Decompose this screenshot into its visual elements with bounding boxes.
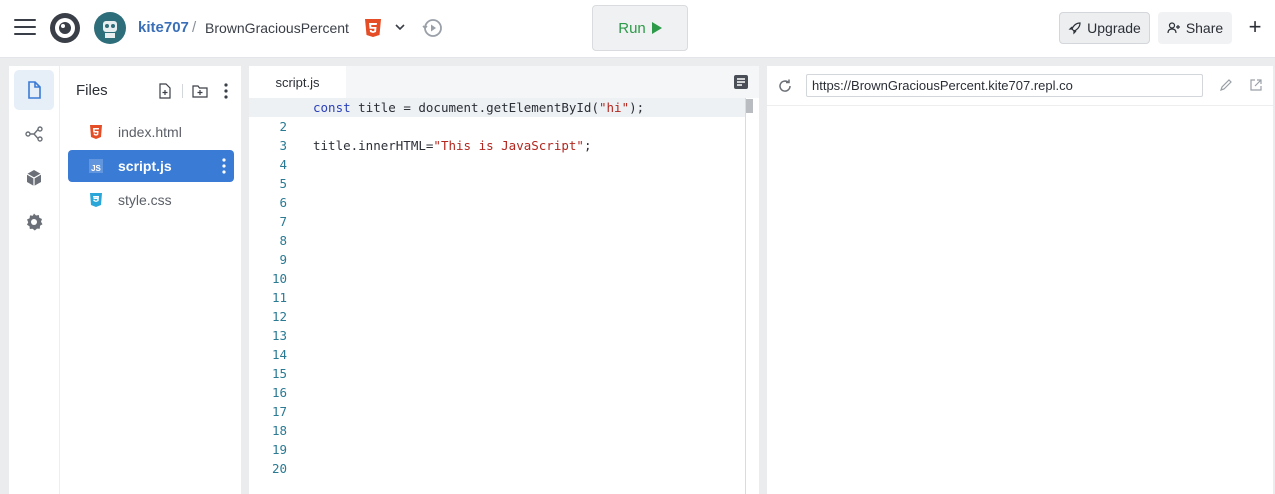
line-number-gutter: 1234567891011121314151617181920 bbox=[249, 98, 303, 478]
format-icon[interactable] bbox=[733, 74, 749, 90]
run-button-label: Run bbox=[618, 19, 646, 37]
code-line-3[interactable]: title.innerHTML="This is JavaScript"; bbox=[313, 136, 745, 155]
html5-icon bbox=[88, 124, 104, 140]
webview-panel bbox=[767, 66, 1273, 494]
share-button[interactable]: Share bbox=[1158, 12, 1232, 44]
line-number: 9 bbox=[279, 252, 287, 267]
code-text: title = document.getElementById( bbox=[350, 100, 599, 115]
share-label: Share bbox=[1185, 20, 1224, 36]
code-text: ; bbox=[583, 138, 592, 153]
scrollbar-thumb[interactable] bbox=[746, 99, 753, 113]
code-line-2[interactable] bbox=[313, 117, 745, 136]
line-number: 16 bbox=[271, 385, 287, 400]
chevron-down-icon[interactable] bbox=[394, 20, 406, 34]
webview-toolbar bbox=[767, 66, 1273, 106]
editor-tab-strip: script.js bbox=[249, 66, 759, 98]
top-bar: kite707 / BrownGraciousPercent Run Upgra… bbox=[0, 0, 1275, 58]
new-file-icon[interactable] bbox=[156, 82, 174, 100]
divider bbox=[182, 84, 183, 98]
code-editor: script.js 123456789101112131415161718192… bbox=[249, 66, 759, 494]
svg-text:JS: JS bbox=[91, 164, 101, 173]
code-content[interactable]: const title = document.getElementById("h… bbox=[249, 98, 745, 155]
line-number: 2 bbox=[279, 119, 287, 134]
line-number: 7 bbox=[279, 214, 287, 229]
file-icon bbox=[28, 81, 41, 99]
line-number: 4 bbox=[279, 157, 287, 172]
string-literal: "This is JavaScript" bbox=[433, 138, 584, 153]
gear-icon bbox=[27, 213, 43, 231]
keyword: const bbox=[313, 100, 351, 115]
line-number: 3 bbox=[279, 138, 287, 153]
file-item-script-js[interactable]: JS script.js bbox=[68, 150, 234, 182]
add-person-icon bbox=[1167, 22, 1180, 34]
file-item-style-css[interactable]: style.css bbox=[68, 184, 234, 216]
play-icon bbox=[651, 22, 662, 34]
line-number: 19 bbox=[271, 442, 287, 457]
pencil-icon[interactable] bbox=[1219, 78, 1233, 92]
refresh-icon[interactable] bbox=[777, 78, 793, 94]
sidebar-item-settings[interactable] bbox=[14, 202, 54, 242]
code-text: ); bbox=[629, 100, 645, 115]
user-link[interactable]: kite707 bbox=[138, 19, 189, 36]
sidebar-item-packages[interactable] bbox=[14, 158, 54, 198]
line-number: 13 bbox=[271, 328, 287, 343]
repl-name[interactable]: BrownGraciousPercent bbox=[205, 20, 349, 36]
url-input[interactable] bbox=[806, 74, 1203, 97]
line-number: 10 bbox=[271, 271, 287, 286]
line-number: 20 bbox=[271, 461, 287, 476]
tab-script-js[interactable]: script.js bbox=[249, 66, 346, 98]
avatar[interactable] bbox=[94, 12, 126, 44]
code-line-1[interactable]: const title = document.getElementById("h… bbox=[249, 98, 745, 117]
line-number: 18 bbox=[271, 423, 287, 438]
html5-icon bbox=[365, 19, 381, 37]
line-number: 17 bbox=[271, 404, 287, 419]
line-number: 14 bbox=[271, 347, 287, 362]
package-icon bbox=[26, 170, 42, 186]
files-actions bbox=[156, 82, 235, 100]
line-number: 11 bbox=[271, 290, 287, 305]
menu-icon[interactable] bbox=[14, 19, 36, 37]
breadcrumb-separator: / bbox=[192, 19, 197, 36]
sidebar-item-version-control[interactable] bbox=[14, 114, 54, 154]
file-name: script.js bbox=[118, 158, 172, 174]
history-icon[interactable] bbox=[421, 16, 445, 40]
replit-logo[interactable] bbox=[48, 11, 82, 45]
upgrade-label: Upgrade bbox=[1087, 20, 1141, 36]
new-folder-icon[interactable] bbox=[191, 82, 209, 100]
css3-icon bbox=[88, 192, 104, 208]
rocket-icon bbox=[1068, 22, 1081, 35]
sidebar-item-files[interactable] bbox=[14, 70, 54, 110]
file-name: index.html bbox=[118, 124, 182, 140]
upgrade-button[interactable]: Upgrade bbox=[1059, 12, 1150, 44]
open-new-tab-icon[interactable] bbox=[1249, 78, 1263, 92]
run-button[interactable]: Run bbox=[592, 5, 688, 51]
string-literal: "hi" bbox=[599, 100, 630, 115]
git-branch-icon bbox=[25, 126, 43, 142]
line-number: 8 bbox=[279, 233, 287, 248]
line-number: 6 bbox=[279, 195, 287, 210]
add-button[interactable]: + bbox=[1244, 16, 1266, 38]
file-name: style.css bbox=[118, 192, 172, 208]
scrollbar-track[interactable] bbox=[745, 98, 746, 494]
file-options-icon[interactable] bbox=[222, 158, 226, 174]
line-number: 5 bbox=[279, 176, 287, 191]
code-text: title.innerHTML= bbox=[313, 138, 434, 153]
javascript-icon: JS bbox=[88, 158, 104, 174]
file-item-index-html[interactable]: index.html bbox=[68, 116, 234, 148]
line-number: 12 bbox=[271, 309, 287, 324]
line-number: 15 bbox=[271, 366, 287, 381]
sidebar-rail bbox=[9, 66, 59, 494]
files-panel: Files index.html JS script.js style.css bbox=[59, 66, 241, 494]
more-options-icon[interactable] bbox=[217, 82, 235, 100]
files-title: Files bbox=[76, 82, 108, 99]
